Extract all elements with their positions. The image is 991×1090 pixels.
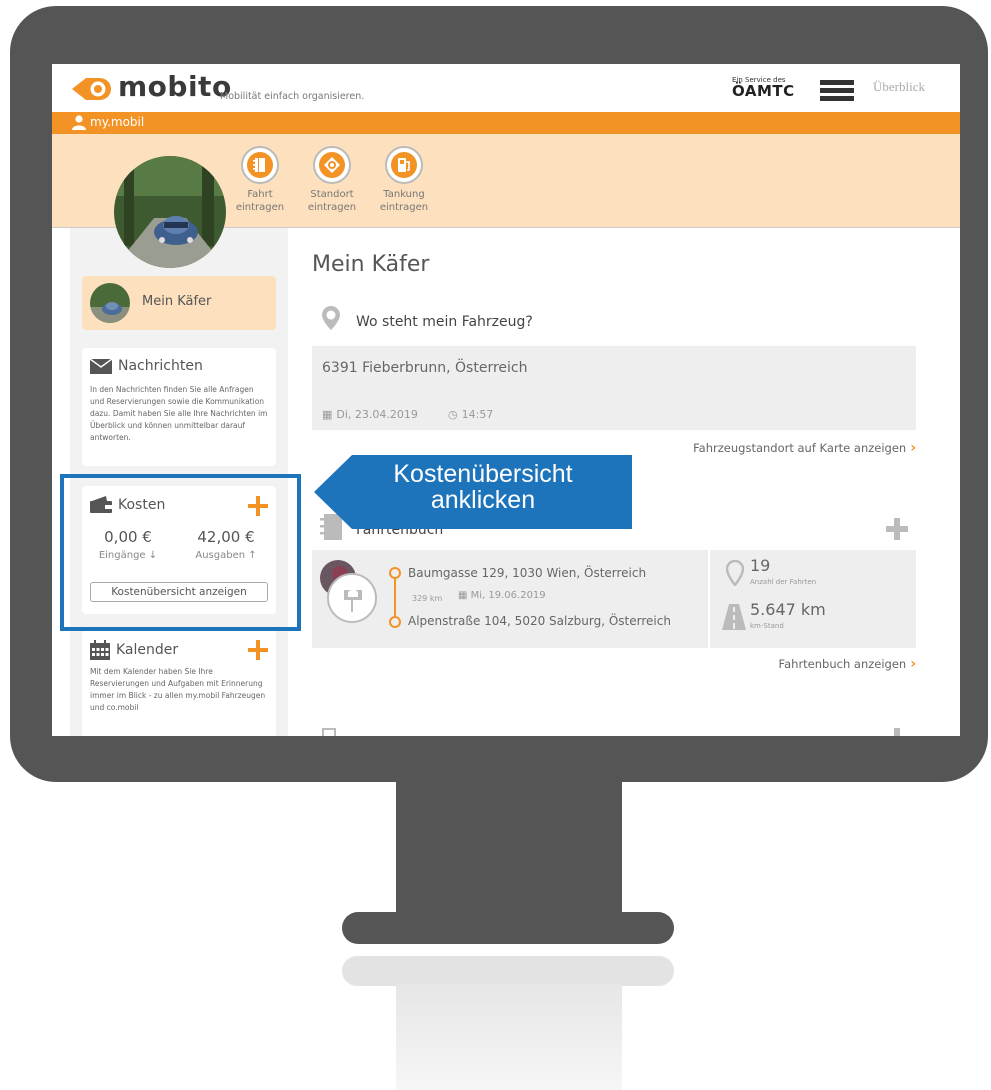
trip-route-icon [320,560,377,623]
mobito-logo-icon[interactable] [72,76,112,102]
user-icon [72,115,86,130]
notebook-icon [253,158,265,172]
trip-from: Baumgasse 129, 1030 Wien, Österreich [408,566,647,580]
chevron-right-icon: › [910,440,916,456]
location-address: 6391 Fieberbrunn, Österreich [322,360,528,376]
tagline: Mobilität einfach organisieren. [220,91,365,102]
callout-line1: Kostenübersicht [393,460,573,488]
monitor-stand-base [342,912,674,944]
location-time: 14:57 [461,408,494,421]
calendar-small-icon: ▦ [458,590,468,601]
messages-title-row: Nachrichten [90,358,203,374]
odometer-label: km-Stand [750,622,784,630]
user-bar: my.mobil [52,112,960,134]
trip-date-row: ▦ Mi, 19.06.2019 [458,590,546,601]
add-refuel-icon[interactable] [886,728,908,736]
header: mobito Mobilität einfach organisieren. E… [52,64,960,112]
trip-date: Mi, 19.06.2019 [470,590,546,601]
calendar-title: Kalender [116,642,179,658]
menu-icon[interactable] [820,80,854,102]
trip-count-label: Anzahl der Fahrten [750,578,817,586]
odometer-value: 5.647 km [750,600,826,619]
stand-reflection-neck [396,984,622,1090]
add-refuel-line2: eintragen [379,202,429,213]
map-pin-outline-icon [726,560,744,586]
service-brand: ÖAMTC [732,82,795,100]
add-trip-button[interactable]: Fahrt eintragen [230,146,290,214]
vehicle-card[interactable]: Mein Käfer [82,276,276,330]
fuel-pump-icon [398,158,410,172]
stand-reflection-base [342,956,674,986]
show-logbook-link[interactable]: Fahrtenbuch anzeigen › [779,656,916,672]
callout-line2: anklicken [430,486,536,514]
calendar-title-row: Kalender [90,640,178,660]
calendar-card[interactable]: Kalender Mit dem Kalender haben Sie Ihre… [82,630,276,736]
trip-count: 19 [750,556,771,575]
add-location-button[interactable]: Standort eintragen [302,146,362,214]
refuel-section-icon [322,728,336,736]
location-date-row: ▦ Di, 23.04.2019 [322,408,418,421]
vehicle-photo[interactable] [114,156,226,268]
oeamtc-logo[interactable]: Ein Service des ÖAMTC [732,76,795,100]
vehicle-thumbnail [90,283,130,323]
location-date: Di, 23.04.2019 [336,408,418,421]
callout-text: Kostenübersicht anklicken [352,461,614,513]
show-logbook-label: Fahrtenbuch anzeigen [778,657,907,671]
monitor-stand-neck [396,778,622,924]
add-location-line1: Standort [310,189,354,200]
clock-icon: ◷ [448,408,458,421]
add-location-line2: eintragen [307,202,357,213]
location-pin-icon [322,306,340,330]
target-icon [324,157,340,173]
trip-box-divider [708,550,710,648]
location-heading: Wo steht mein Fahrzeug? [356,314,533,330]
add-trip-line1: Fahrt [247,189,273,200]
trip-to: Alpenstraße 104, 5020 Salzburg, Österrei… [408,614,671,628]
route-line-icon [389,567,401,628]
add-trip-icon[interactable] [886,518,908,540]
calendar-icon [90,640,110,660]
messages-card[interactable]: Nachrichten In den Nachrichten finden Si… [82,348,276,466]
location-box[interactable]: 6391 Fieberbrunn, Österreich ▦ Di, 23.04… [312,346,916,430]
trip-distance: 329 km [412,594,443,603]
messages-description: In den Nachrichten finden Sie alle Anfra… [90,385,268,442]
show-location-map-link[interactable]: Fahrzeugstandort auf Karte anzeigen › [693,440,916,456]
logo-text[interactable]: mobito [118,70,232,103]
page-title: Mein Käfer [312,252,430,277]
user-bar-label[interactable]: my.mobil [90,115,144,129]
calendar-description: Mit dem Kalender haben Sie Ihre Reservie… [90,667,266,712]
add-calendar-entry-icon[interactable] [248,640,268,660]
screen: mobito Mobilität einfach organisieren. E… [52,64,960,736]
cost-highlight-frame [60,474,301,631]
vehicle-name: Mein Käfer [142,294,212,309]
add-refuel-button[interactable]: Tankung eintragen [374,146,434,214]
latest-trip-box[interactable]: Baumgasse 129, 1030 Wien, Österreich 329… [312,550,916,648]
messages-title: Nachrichten [118,358,203,374]
calendar-small-icon: ▦ [322,408,333,421]
location-time-row: ◷ 14:57 [448,408,493,421]
show-location-map-label: Fahrzeugstandort auf Karte anzeigen [693,441,907,455]
road-icon [722,604,746,630]
chevron-right-icon: › [910,656,916,672]
add-refuel-line1: Tankung [383,189,425,200]
add-trip-line2: eintragen [235,202,285,213]
overview-link[interactable]: Überblick [873,79,925,95]
envelope-icon [90,358,112,374]
